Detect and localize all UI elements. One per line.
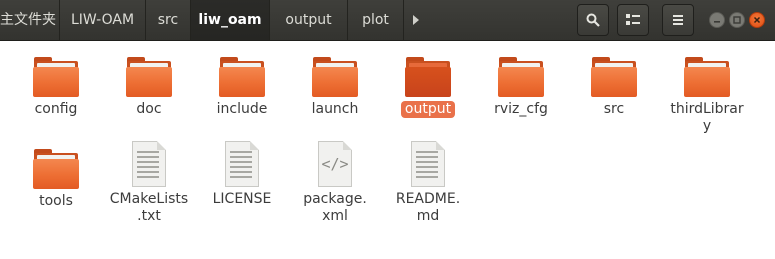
- file-label-line2: y: [702, 118, 712, 134]
- view-toggle-icon: [626, 14, 640, 25]
- file-item-package-xml[interactable]: </> package. xml: [290, 141, 380, 225]
- folder-icon: [498, 57, 544, 97]
- chevron-right-icon: [413, 15, 419, 25]
- file-item-license[interactable]: LICENSE: [197, 141, 287, 208]
- crumb-liw_oam[interactable]: liw_oam: [191, 0, 270, 40]
- file-label: README.: [395, 191, 461, 207]
- file-item-doc[interactable]: doc: [104, 57, 194, 118]
- file-label: thirdLibrar: [670, 101, 744, 117]
- search-icon: [586, 13, 600, 27]
- file-item-cmakelists[interactable]: CMakeLists .txt: [104, 141, 194, 225]
- file-item-include[interactable]: include: [197, 57, 287, 118]
- file-manager-window: 主文件夹 LIW-OAM src liw_oam output plot con…: [0, 0, 775, 259]
- folder-icon: [312, 57, 358, 97]
- header-bar: 主文件夹 LIW-OAM src liw_oam output plot: [0, 0, 775, 41]
- xml-file-icon: </>: [316, 141, 354, 187]
- file-label: doc: [136, 101, 162, 117]
- folder-icon: [684, 57, 730, 97]
- file-label: rviz_cfg: [494, 101, 548, 117]
- crumb-home[interactable]: 主文件夹: [0, 0, 60, 40]
- search-button[interactable]: [577, 4, 609, 36]
- file-label-line2: xml: [322, 208, 348, 224]
- crumb-plot[interactable]: plot: [348, 0, 404, 40]
- menu-button[interactable]: [662, 4, 694, 36]
- file-item-thirdlibrary[interactable]: thirdLibrar y: [662, 57, 752, 135]
- text-file-icon: [130, 141, 168, 187]
- folder-icon: [33, 57, 79, 97]
- crumbs-scroll-right-button[interactable]: [404, 0, 428, 40]
- file-item-output[interactable]: output: [383, 57, 473, 118]
- folder-icon: [33, 149, 79, 189]
- file-label: config: [34, 101, 78, 117]
- folder-icon: [126, 57, 172, 97]
- file-label: launch: [311, 101, 359, 117]
- crumb-output[interactable]: output: [270, 0, 348, 40]
- file-label: package.: [303, 191, 367, 207]
- file-item-src[interactable]: src: [569, 57, 659, 118]
- file-label-line2: md: [416, 208, 440, 224]
- file-label: tools: [39, 193, 73, 209]
- file-item-rviz_cfg[interactable]: rviz_cfg: [476, 57, 566, 118]
- file-item-readme[interactable]: README. md: [383, 141, 473, 225]
- crumb-src[interactable]: src: [146, 0, 191, 40]
- file-label: src: [603, 101, 625, 117]
- minimize-button[interactable]: [709, 12, 725, 28]
- folder-icon: [219, 57, 265, 97]
- close-icon: [753, 16, 761, 24]
- path-bar: 主文件夹 LIW-OAM src liw_oam output plot: [0, 0, 428, 40]
- file-label: CMakeLists: [109, 191, 189, 207]
- maximize-icon: [733, 16, 741, 24]
- minimize-icon: [714, 21, 720, 23]
- text-file-icon: [223, 141, 261, 187]
- file-label: LICENSE: [212, 191, 272, 207]
- file-item-tools[interactable]: tools: [11, 149, 101, 210]
- file-item-config[interactable]: config: [11, 57, 101, 118]
- file-item-launch[interactable]: launch: [290, 57, 380, 118]
- crumb-liw-oam[interactable]: LIW-OAM: [60, 0, 146, 40]
- close-button[interactable]: [749, 12, 765, 28]
- folder-icon: [405, 57, 451, 97]
- file-label: include: [216, 101, 268, 117]
- text-file-icon: [409, 141, 447, 187]
- file-label-line2: .txt: [137, 208, 161, 224]
- folder-icon: [591, 57, 637, 97]
- file-label-selected: output: [400, 101, 456, 118]
- hamburger-menu-icon: [673, 15, 683, 25]
- maximize-button[interactable]: [729, 12, 745, 28]
- view-toggle-button[interactable]: [617, 4, 649, 36]
